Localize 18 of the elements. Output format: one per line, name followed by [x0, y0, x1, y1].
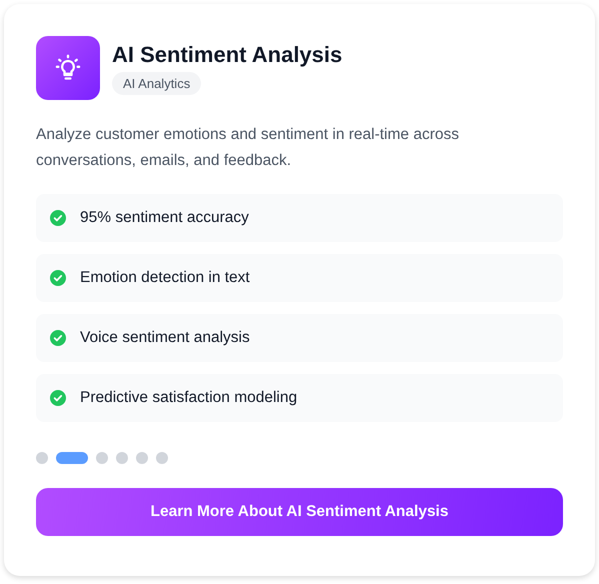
check-circle-icon — [50, 330, 66, 346]
description: Analyze customer emotions and sentiment in real-time across conversations, emails, and feedback. — [36, 125, 460, 171]
pagination-dot[interactable] — [136, 452, 148, 464]
lightbulb-icon — [36, 36, 100, 100]
pagination-dot[interactable] — [116, 452, 128, 464]
category-tag: AI Analytics — [112, 72, 202, 94]
check-circle-icon — [50, 390, 66, 406]
learn-more-button[interactable]: Learn More About AI Sentiment Analysis — [36, 488, 563, 536]
check-circle-icon — [50, 270, 66, 286]
card-title: AI Sentiment Analysis — [112, 42, 342, 68]
feature-text: 95% sentiment accuracy — [80, 209, 249, 227]
pagination-dot[interactable] — [96, 452, 108, 464]
pagination-dot[interactable] — [36, 452, 48, 464]
feature-text: Voice sentiment analysis — [80, 329, 250, 347]
feature-text: Emotion detection in text — [80, 269, 250, 287]
check-circle-icon — [50, 210, 66, 226]
pagination-dot[interactable] — [156, 452, 168, 464]
feature-text: Predictive satisfaction modeling — [80, 389, 298, 407]
